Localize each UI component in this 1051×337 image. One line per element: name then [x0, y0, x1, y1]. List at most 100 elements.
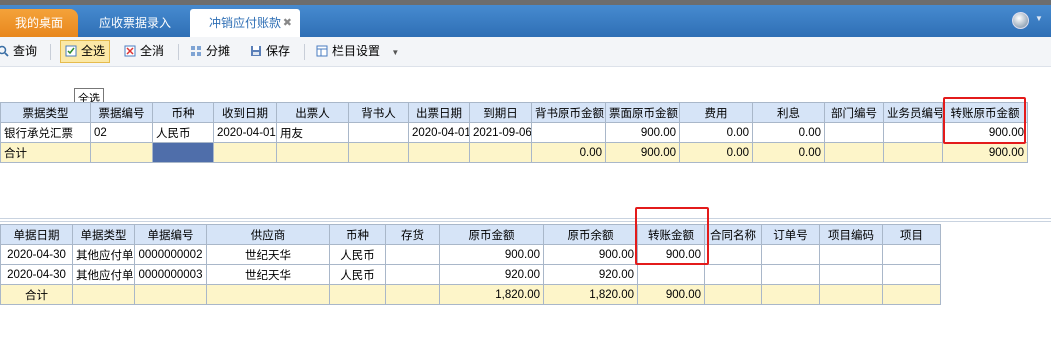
table-cell[interactable]: [819, 264, 883, 285]
table-cell[interactable]: [637, 264, 705, 285]
table-cell[interactable]: [385, 264, 440, 285]
lower-col-header[interactable]: 原币余额: [543, 224, 638, 245]
table-cell[interactable]: [824, 122, 884, 143]
table-cell[interactable]: 银行承兑汇票: [0, 122, 91, 143]
table-cell[interactable]: [883, 122, 943, 143]
table-cell[interactable]: [819, 284, 883, 305]
table-cell[interactable]: [882, 284, 941, 305]
table-cell[interactable]: [408, 142, 470, 163]
split-button[interactable]: 分摊: [190, 41, 230, 62]
lower-col-header[interactable]: 供应商: [206, 224, 330, 245]
upper-col-header[interactable]: 收到日期: [213, 102, 277, 123]
table-cell[interactable]: 其他应付单: [72, 264, 135, 285]
upper-col-header[interactable]: 票据类型: [0, 102, 91, 123]
upper-col-header[interactable]: 业务员编号: [883, 102, 943, 123]
table-cell[interactable]: 其他应付单: [72, 244, 135, 265]
lower-col-header[interactable]: 币种: [329, 224, 386, 245]
table-cell[interactable]: 0.00: [679, 122, 753, 143]
table-cell[interactable]: 世纪天华: [206, 244, 330, 265]
upper-col-header[interactable]: 部门编号: [824, 102, 884, 123]
table-cell[interactable]: [704, 244, 762, 265]
table-cell[interactable]: [824, 142, 884, 163]
upper-col-header[interactable]: 币种: [152, 102, 214, 123]
save-button[interactable]: 保存: [250, 41, 290, 62]
table-cell[interactable]: [385, 284, 440, 305]
lower-total-row[interactable]: 合计 1,820.00 1,820.00 900.00: [0, 284, 941, 305]
table-cell[interactable]: 900.00: [543, 244, 638, 265]
upper-table-row[interactable]: 银行承兑汇票 02 人民币 2020-04-01 用友 2020-04-01 2021-09…: [0, 122, 1028, 143]
table-cell[interactable]: 900.00: [942, 142, 1028, 163]
lower-col-header[interactable]: 单据日期: [0, 224, 73, 245]
upper-col-header[interactable]: 出票日期: [408, 102, 470, 123]
upper-total-row[interactable]: 合计 0.00 900.00 0.00 0.00 900.00: [0, 142, 1028, 163]
lower-col-header[interactable]: 单据编号: [134, 224, 207, 245]
upper-col-header[interactable]: 背书原币金额: [531, 102, 606, 123]
table-cell[interactable]: 0.00: [679, 142, 753, 163]
table-cell[interactable]: [152, 142, 214, 163]
chevron-down-icon[interactable]: ▼: [391, 48, 399, 57]
user-avatar-icon[interactable]: [1012, 12, 1043, 29]
upper-col-header[interactable]: 到期日: [469, 102, 532, 123]
table-cell[interactable]: 合计: [0, 284, 73, 305]
table-cell[interactable]: 人民币: [152, 122, 214, 143]
table-cell[interactable]: 世纪天华: [206, 264, 330, 285]
table-cell[interactable]: [348, 122, 409, 143]
lower-table-row[interactable]: 2020-04-30 其他应付单 0000000003 世纪天华 人民币 920.00 92…: [0, 264, 941, 285]
lower-col-header[interactable]: 项目编码: [819, 224, 883, 245]
table-cell[interactable]: 2020-04-30: [0, 244, 73, 265]
close-icon[interactable]: ✖: [283, 9, 292, 37]
table-cell[interactable]: 920.00: [543, 264, 638, 285]
table-cell[interactable]: [134, 284, 207, 305]
table-cell[interactable]: [72, 284, 135, 305]
table-cell[interactable]: 0.00: [752, 142, 825, 163]
upper-col-header[interactable]: 票据编号: [90, 102, 153, 123]
table-cell[interactable]: [90, 142, 153, 163]
table-cell[interactable]: 2020-04-01: [408, 122, 470, 143]
table-cell[interactable]: 1,820.00: [439, 284, 544, 305]
upper-col-header[interactable]: 背书人: [348, 102, 409, 123]
table-cell[interactable]: 2020-04-30: [0, 264, 73, 285]
lower-col-header[interactable]: 项目: [882, 224, 941, 245]
tab-receivable-entry[interactable]: 应收票据录入: [80, 9, 190, 37]
upper-col-header[interactable]: 出票人: [276, 102, 349, 123]
table-cell[interactable]: 900.00: [439, 244, 544, 265]
table-cell[interactable]: 1,820.00: [543, 284, 638, 305]
table-cell[interactable]: 2020-04-01: [213, 122, 277, 143]
table-cell[interactable]: 用友: [276, 122, 349, 143]
tab-home[interactable]: 我的桌面: [0, 9, 78, 37]
upper-col-header[interactable]: 费用: [679, 102, 753, 123]
table-cell[interactable]: 人民币: [329, 244, 386, 265]
lower-col-header[interactable]: 单据类型: [72, 224, 135, 245]
upper-col-header[interactable]: 票面原币金额: [605, 102, 680, 123]
table-cell[interactable]: [276, 142, 349, 163]
table-cell[interactable]: 0000000003: [134, 264, 207, 285]
table-cell[interactable]: 人民币: [329, 264, 386, 285]
lower-col-header[interactable]: 存货: [385, 224, 440, 245]
table-cell[interactable]: [213, 142, 277, 163]
table-cell[interactable]: [206, 284, 330, 305]
lower-col-header[interactable]: 合同名称: [704, 224, 762, 245]
table-cell[interactable]: [761, 264, 820, 285]
upper-col-header[interactable]: 利息: [752, 102, 825, 123]
table-cell[interactable]: 900.00: [605, 142, 680, 163]
table-cell[interactable]: 0.00: [752, 122, 825, 143]
table-cell[interactable]: [882, 264, 941, 285]
table-cell[interactable]: 920.00: [439, 264, 544, 285]
table-cell[interactable]: 900.00: [605, 122, 680, 143]
tab-offset-payable[interactable]: 冲销应付账款 ✖: [190, 9, 300, 37]
table-cell[interactable]: [761, 244, 820, 265]
table-cell[interactable]: [348, 142, 409, 163]
table-cell[interactable]: 合计: [0, 142, 91, 163]
table-cell[interactable]: 0000000002: [134, 244, 207, 265]
table-cell[interactable]: [882, 244, 941, 265]
lower-col-header[interactable]: 原币金额: [439, 224, 544, 245]
unselect-all-button[interactable]: 全消: [124, 41, 164, 62]
table-cell[interactable]: [469, 142, 532, 163]
table-cell[interactable]: [704, 284, 762, 305]
query-button[interactable]: 查询: [0, 41, 37, 62]
table-cell[interactable]: 900.00: [637, 284, 705, 305]
table-cell[interactable]: [329, 284, 386, 305]
table-cell[interactable]: 2021-09-06: [469, 122, 532, 143]
table-cell[interactable]: [385, 244, 440, 265]
table-cell[interactable]: 0.00: [531, 142, 606, 163]
